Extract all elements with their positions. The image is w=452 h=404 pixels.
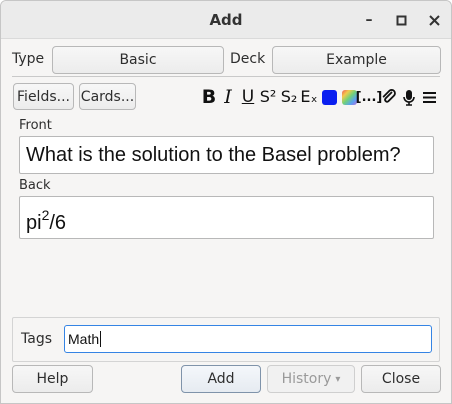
- back-field-base: pi: [26, 212, 42, 234]
- text-cursor: [100, 331, 102, 347]
- attach-icon[interactable]: [380, 86, 398, 108]
- fields-button[interactable]: Fields...: [13, 83, 74, 110]
- window-title: Add: [209, 11, 243, 29]
- back-field-rest: /6: [49, 212, 67, 234]
- deck-label: Deck: [230, 51, 266, 67]
- underline-icon[interactable]: U: [239, 86, 257, 108]
- tags-label: Tags: [21, 331, 52, 347]
- tags-input-text: Math: [68, 331, 100, 347]
- note-type-selector[interactable]: Basic: [52, 46, 224, 74]
- minimize-icon[interactable]: –: [359, 10, 379, 30]
- clear-formatting-icon[interactable]: Eₓ: [299, 86, 319, 108]
- back-field[interactable]: pi2/6: [19, 196, 434, 239]
- back-label: Back: [19, 178, 51, 193]
- cards-button[interactable]: Cards...: [79, 83, 136, 110]
- superscript-icon[interactable]: S²: [258, 86, 278, 108]
- separator: [12, 76, 440, 77]
- close-window-icon[interactable]: [424, 10, 444, 30]
- title-bar[interactable]: Add –: [1, 1, 451, 39]
- tags-input[interactable]: Math: [64, 325, 432, 353]
- chevron-down-icon: ▾: [335, 373, 341, 385]
- deck-selector[interactable]: Example: [272, 46, 441, 74]
- maximize-icon[interactable]: [391, 10, 411, 30]
- help-button[interactable]: Help: [12, 365, 93, 393]
- record-audio-icon[interactable]: [400, 86, 418, 108]
- front-field[interactable]: What is the solution to the Basel proble…: [19, 136, 434, 174]
- add-dialog: Add – Type Basic Deck Example Fields... …: [0, 0, 452, 404]
- close-button[interactable]: Close: [361, 365, 441, 393]
- text-color-icon[interactable]: [320, 86, 338, 108]
- front-label: Front: [19, 118, 52, 133]
- more-icon[interactable]: [420, 86, 438, 108]
- bold-icon[interactable]: B: [200, 86, 218, 108]
- type-label: Type: [12, 51, 45, 67]
- cloze-icon[interactable]: [...]: [356, 86, 383, 108]
- add-button[interactable]: Add: [181, 365, 261, 393]
- italic-icon[interactable]: I: [220, 86, 236, 108]
- history-button-label: History: [281, 371, 332, 387]
- front-field-text: What is the solution to the Basel proble…: [26, 144, 401, 166]
- history-button[interactable]: History ▾: [267, 365, 355, 393]
- subscript-icon[interactable]: S₂: [279, 86, 299, 108]
